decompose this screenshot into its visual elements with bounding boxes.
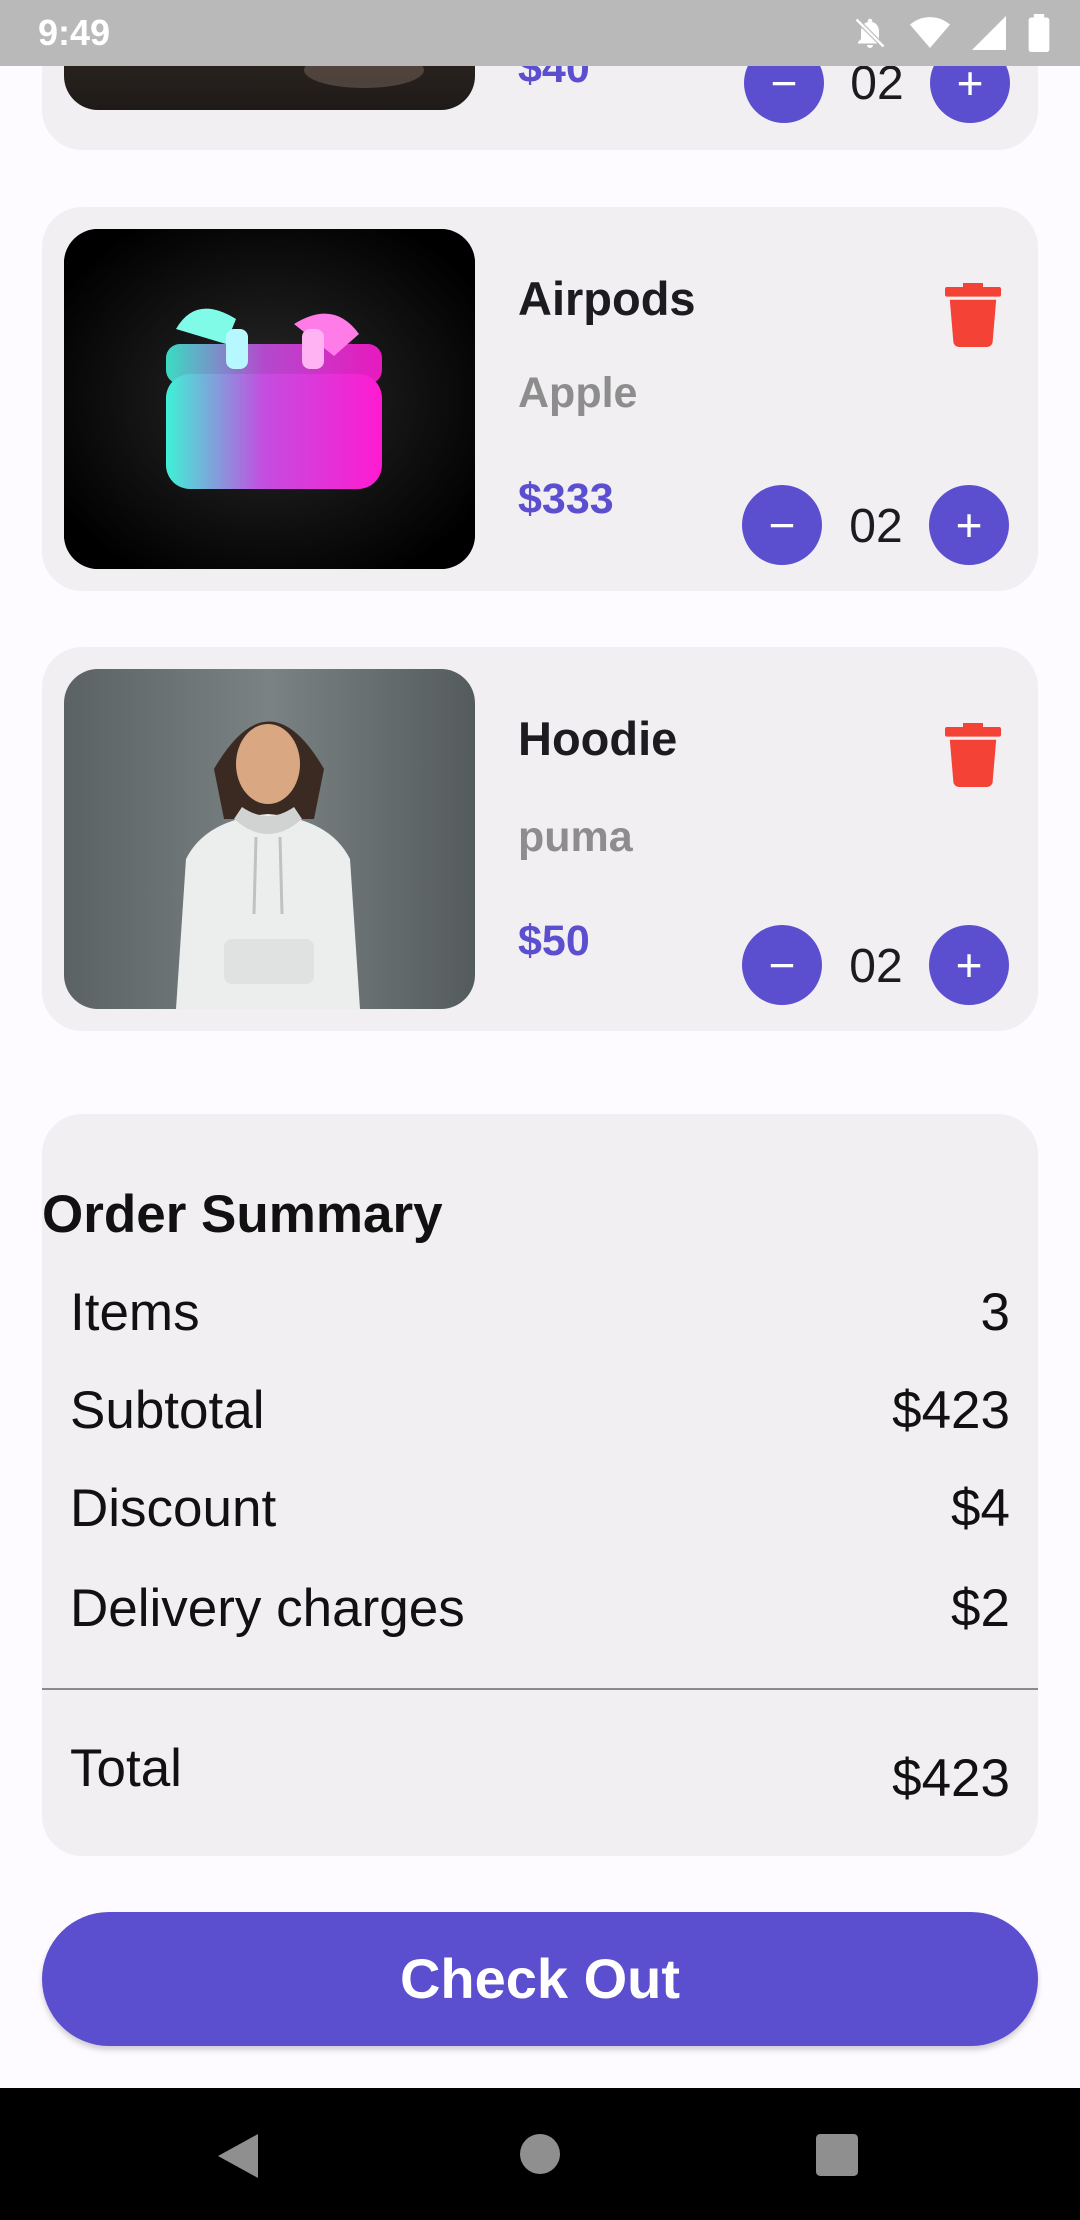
summary-items-label: Items: [70, 1283, 200, 1342]
increment-button[interactable]: +: [929, 485, 1009, 565]
summary-divider: [42, 1688, 1038, 1690]
order-summary: Order Summary Items 3 Subtotal $423 Disc…: [42, 1114, 1038, 1856]
plus-icon: +: [955, 939, 983, 991]
summary-delivery-label: Delivery charges: [70, 1579, 465, 1638]
item-price: $333: [518, 475, 614, 523]
quantity-value: 02: [849, 500, 903, 553]
summary-title: Order Summary: [42, 1185, 443, 1244]
item-brand: puma: [518, 813, 633, 861]
notifications-off-icon: [854, 17, 886, 49]
delete-icon[interactable]: [945, 723, 1001, 787]
status-bar: 9:49: [0, 0, 1080, 66]
summary-total-value: $423: [892, 1749, 1010, 1808]
decrement-button[interactable]: −: [742, 925, 822, 1005]
summary-items-value: 3: [980, 1283, 1010, 1342]
checkout-button[interactable]: Check Out: [42, 1912, 1038, 2046]
hoodie-image: [64, 669, 475, 1009]
summary-discount-value: $4: [951, 1479, 1010, 1538]
increment-button[interactable]: +: [929, 925, 1009, 1005]
minus-icon: −: [768, 499, 796, 551]
status-icons: [852, 14, 1050, 52]
back-icon[interactable]: [218, 2134, 258, 2178]
cart-item-card: Airpods Apple $333 − 02 +: [42, 207, 1038, 591]
summary-discount-label: Discount: [70, 1479, 277, 1538]
status-time: 9:49: [38, 12, 111, 53]
cart-item-card: Hoodie puma $50 − 02 +: [42, 647, 1038, 1031]
navigation-bar: [0, 2088, 1080, 2220]
item-price: $50: [518, 917, 590, 965]
summary-total-label: Total: [70, 1739, 182, 1798]
quantity-value: 02: [849, 940, 903, 993]
recents-icon[interactable]: [816, 2134, 858, 2176]
home-icon[interactable]: [520, 2134, 560, 2174]
plus-icon: +: [955, 499, 983, 551]
item-name: Airpods: [518, 272, 696, 325]
wifi-icon: [910, 17, 950, 48]
summary-delivery-value: $2: [951, 1579, 1010, 1638]
airpods-illustration: [64, 229, 475, 569]
item-name: Hoodie: [518, 712, 678, 765]
hoodie-illustration: [176, 721, 360, 1009]
delete-icon[interactable]: [945, 283, 1001, 347]
signal-icon: [972, 16, 1006, 50]
item-brand: Apple: [518, 369, 638, 417]
decrement-button[interactable]: −: [742, 485, 822, 565]
summary-subtotal-label: Subtotal: [70, 1381, 265, 1440]
summary-subtotal-value: $423: [892, 1381, 1010, 1440]
battery-icon: [1028, 14, 1050, 52]
airpods-image: [64, 229, 475, 569]
minus-icon: −: [768, 939, 796, 991]
